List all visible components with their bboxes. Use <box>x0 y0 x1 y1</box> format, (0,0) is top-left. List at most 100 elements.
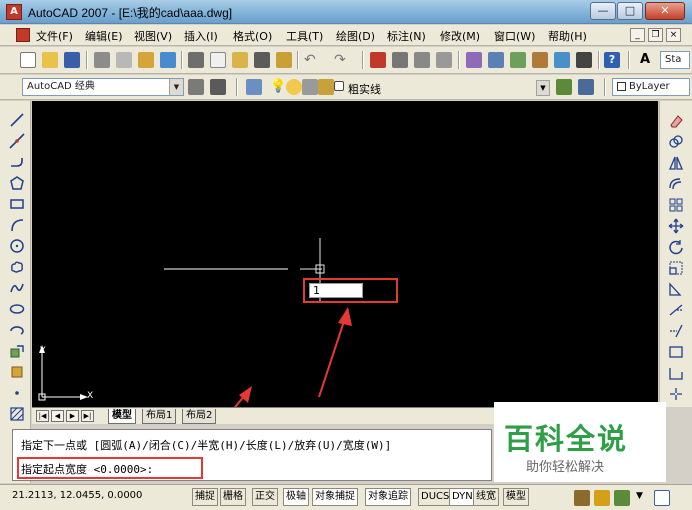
polygon-icon[interactable] <box>9 175 25 191</box>
lock-icon[interactable] <box>302 79 318 95</box>
help-icon[interactable]: ? <box>604 52 620 68</box>
menu-modify[interactable]: 修改(M) <box>440 28 480 44</box>
dynamic-input-field[interactable]: 1 <box>309 283 363 298</box>
explode-icon[interactable] <box>668 386 684 402</box>
scale-icon[interactable] <box>668 260 684 276</box>
extend-icon[interactable] <box>668 323 684 339</box>
dyn-toggle[interactable]: DYN <box>449 488 476 506</box>
tab-model[interactable]: 模型 <box>108 409 136 424</box>
insert-block-icon[interactable] <box>9 343 25 359</box>
menu-draw[interactable]: 绘图(D) <box>336 28 375 44</box>
rotate-icon[interactable] <box>668 239 684 255</box>
match-properties-icon[interactable] <box>254 52 270 68</box>
status-menu-chevron-icon[interactable]: ▼ <box>636 491 643 501</box>
cut-icon[interactable] <box>188 52 204 68</box>
model-space-toggle[interactable]: 模型 <box>503 488 529 506</box>
publish-icon[interactable] <box>138 52 154 68</box>
tab-layout2[interactable]: 布局2 <box>182 409 217 424</box>
tab-last-icon[interactable]: ▶| <box>81 410 94 422</box>
menu-insert[interactable]: 插入(I) <box>184 28 218 44</box>
lightbulb-icon[interactable]: 💡 <box>270 79 286 95</box>
color-control-combo[interactable]: ByLayer <box>612 78 690 96</box>
menu-edit[interactable]: 编辑(E) <box>85 28 123 44</box>
minimize-button[interactable]: — <box>590 2 616 20</box>
zoom-window-icon[interactable] <box>414 52 430 68</box>
tab-next-icon[interactable]: ▶ <box>66 410 79 422</box>
undo-icon[interactable]: ↶ <box>304 52 320 68</box>
menu-help[interactable]: 帮助(H) <box>548 28 587 44</box>
spline-icon[interactable] <box>9 280 25 296</box>
new-file-icon[interactable] <box>20 52 36 68</box>
menu-format[interactable]: 格式(O) <box>233 28 272 44</box>
tab-layout1[interactable]: 布局1 <box>142 409 177 424</box>
tab-first-icon[interactable]: |◀ <box>36 410 49 422</box>
plot-icon[interactable] <box>94 52 110 68</box>
line-icon[interactable] <box>9 112 25 128</box>
grid-toggle[interactable]: 栅格 <box>220 488 246 506</box>
polar-toggle[interactable]: 极轴 <box>283 488 309 506</box>
text-style-icon[interactable]: A <box>640 52 656 68</box>
construction-line-icon[interactable] <box>9 133 25 149</box>
otrack-toggle[interactable]: 对象追踪 <box>365 488 411 506</box>
maximize-button[interactable]: □ <box>617 2 643 20</box>
trim-icon[interactable] <box>668 302 684 318</box>
zoom-realtime-icon[interactable] <box>392 52 408 68</box>
menu-tools[interactable]: 工具(T) <box>286 28 323 44</box>
erase-icon[interactable] <box>668 113 684 129</box>
layer-previous-icon[interactable] <box>578 79 594 95</box>
ellipse-icon[interactable] <box>9 301 25 317</box>
layer-dropdown-chevron-icon[interactable]: ▼ <box>536 80 550 96</box>
block-editor-icon[interactable] <box>276 52 292 68</box>
tool-palettes-icon[interactable] <box>510 52 526 68</box>
menu-window[interactable]: 窗口(W) <box>494 28 535 44</box>
layer-manager-icon[interactable] <box>246 79 262 95</box>
design-center-icon[interactable] <box>488 52 504 68</box>
toolbar-lock-icon[interactable] <box>594 490 610 506</box>
revision-cloud-icon[interactable] <box>9 259 25 275</box>
workspace-settings-icon[interactable] <box>188 79 204 95</box>
sun-icon[interactable] <box>286 79 302 95</box>
menu-dimension[interactable]: 标注(N) <box>387 28 426 44</box>
pan-icon[interactable] <box>370 52 386 68</box>
break-icon[interactable] <box>668 344 684 360</box>
move-icon[interactable] <box>668 218 684 234</box>
osnap-toggle[interactable]: 对象捕捉 <box>312 488 358 506</box>
close-button[interactable]: ✕ <box>645 2 685 20</box>
lineweight-toggle[interactable]: 线宽 <box>473 488 499 506</box>
mdi-restore-button[interactable]: ❐ <box>648 28 663 42</box>
polyline-icon[interactable] <box>9 154 25 170</box>
autocad-app-icon[interactable]: A <box>6 4 22 20</box>
rectangle-icon[interactable] <box>9 196 25 212</box>
tab-prev-icon[interactable]: ◀ <box>51 410 64 422</box>
mdi-minimize-button[interactable]: _ <box>630 28 645 42</box>
arc-icon[interactable] <box>9 217 25 233</box>
stretch-icon[interactable] <box>668 281 684 297</box>
make-current-layer-icon[interactable] <box>556 79 572 95</box>
menu-file[interactable]: 文件(F) <box>36 28 73 44</box>
save-icon[interactable] <box>64 52 80 68</box>
clean-screen-icon[interactable] <box>654 490 670 506</box>
mdi-close-button[interactable]: × <box>666 28 681 42</box>
3d-dwf-icon[interactable] <box>160 52 176 68</box>
text-style-combo[interactable]: Sta <box>660 51 690 69</box>
plot-preview-icon[interactable] <box>116 52 132 68</box>
drawing-canvas[interactable]: Y X 1 <box>32 101 658 407</box>
redo-icon[interactable]: ↷ <box>334 52 350 68</box>
sheet-set-icon[interactable] <box>532 52 548 68</box>
copy-icon[interactable] <box>210 52 226 68</box>
offset-icon[interactable] <box>668 176 684 192</box>
coordinate-readout[interactable]: 21.2113, 12.0455, 0.0000 <box>12 490 142 501</box>
ducs-toggle[interactable]: DUCS <box>418 488 453 506</box>
command-prompt-line[interactable]: 指定起点宽度 <0.0000>: <box>21 461 153 477</box>
my-workspace-icon[interactable] <box>210 79 226 95</box>
make-block-icon[interactable] <box>9 364 25 380</box>
circle-icon[interactable] <box>9 238 25 254</box>
markup-icon[interactable] <box>554 52 570 68</box>
plot-layer-icon[interactable] <box>318 79 334 95</box>
calculator-icon[interactable] <box>576 52 592 68</box>
menu-view[interactable]: 视图(V) <box>134 28 172 44</box>
tray-settings-icon[interactable] <box>614 490 630 506</box>
open-file-icon[interactable] <box>42 52 58 68</box>
zoom-previous-icon[interactable] <box>436 52 452 68</box>
command-window[interactable]: 指定下一点或 [圆弧(A)/闭合(C)/半宽(H)/长度(L)/放弃(U)/宽度… <box>12 429 492 481</box>
